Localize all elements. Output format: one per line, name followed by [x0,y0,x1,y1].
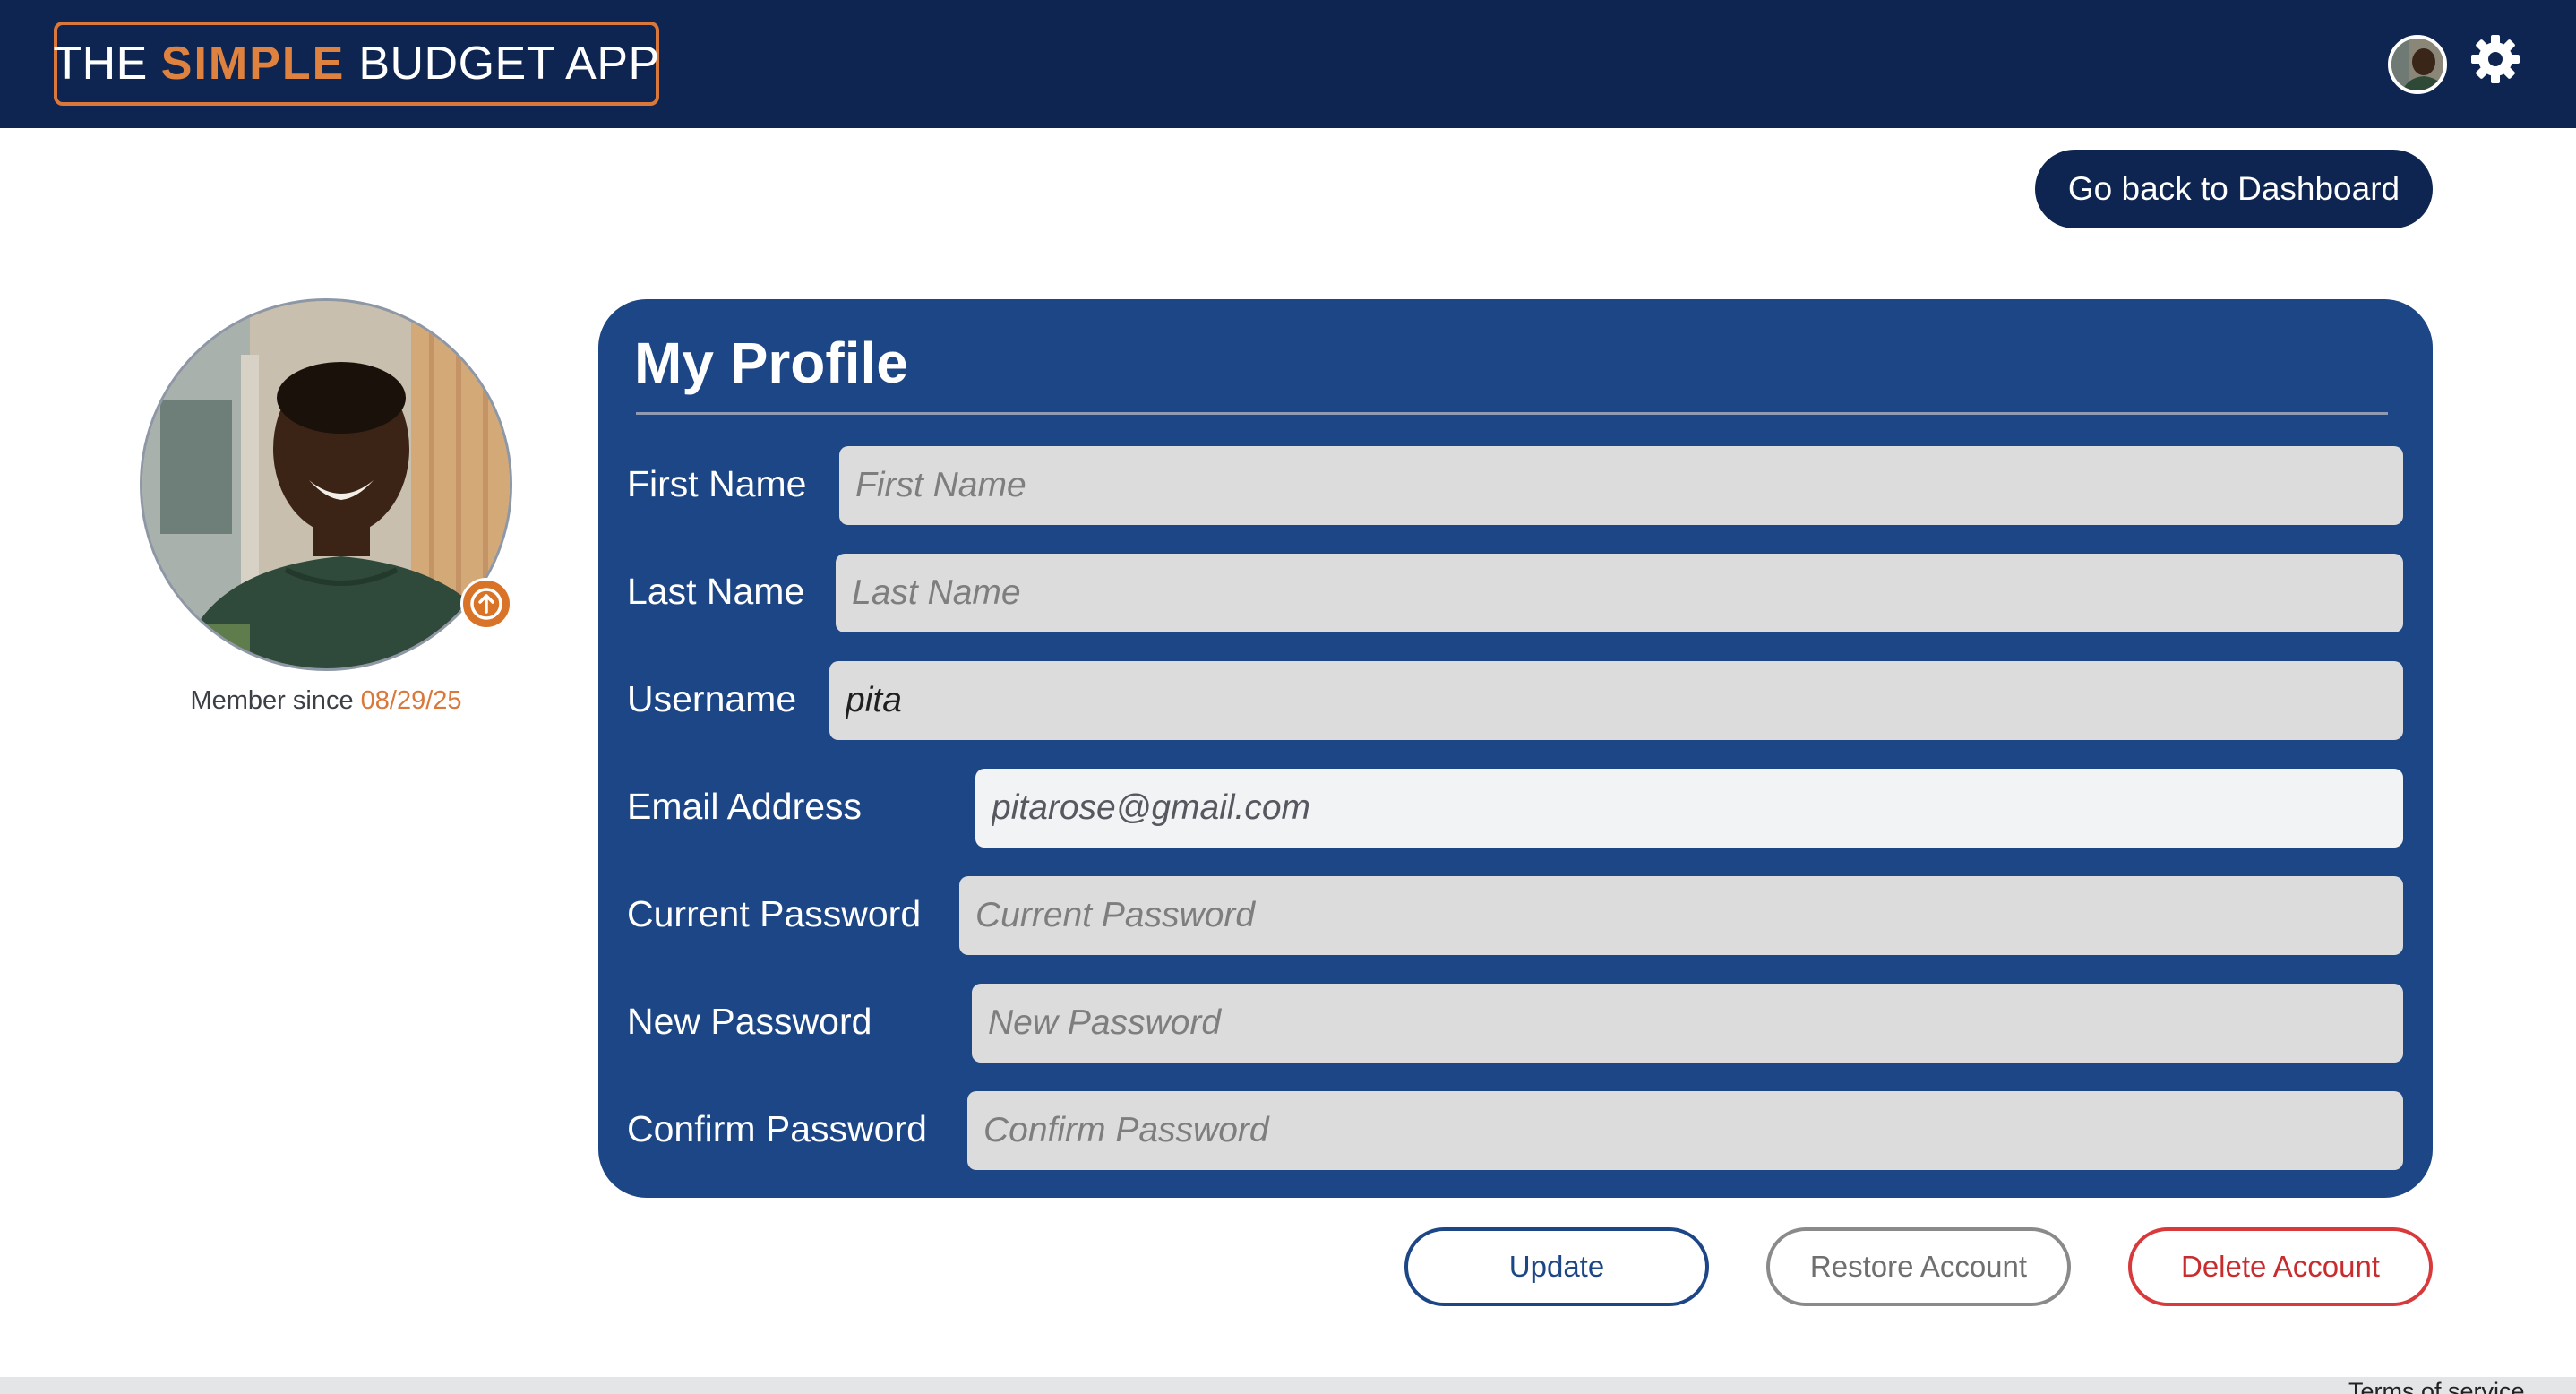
restore-account-button[interactable]: Restore Account [1766,1227,2071,1306]
current-password-label: Current Password [627,893,922,934]
profile-photo-image [142,301,510,668]
go-back-dashboard-button[interactable]: Go back to Dashboard [2035,150,2433,228]
profile-photo[interactable] [140,298,512,671]
username-label: Username [627,678,797,719]
gear-icon[interactable] [2469,33,2521,85]
first-name-label: First Name [627,463,807,504]
new-password-input[interactable] [972,984,2403,1063]
last-name-label: Last Name [627,571,805,612]
confirm-password-label: Confirm Password [627,1108,927,1149]
member-since-date: 08/29/25 [360,686,462,715]
email-input[interactable] [975,769,2403,848]
current-password-input[interactable] [959,876,2403,955]
update-button[interactable]: Update [1404,1227,1709,1306]
username-input[interactable] [829,661,2403,740]
page-title: My Profile [634,331,908,395]
member-since: Member since 08/29/25 [140,686,512,716]
member-since-label: Member since [190,686,354,715]
confirm-password-input[interactable] [967,1091,2403,1170]
upload-icon[interactable] [460,578,512,630]
first-name-input[interactable] [839,446,2403,525]
last-name-input[interactable] [836,554,2403,632]
logo-accent: SIMPLE [160,38,346,90]
header-avatar[interactable] [2388,35,2447,94]
terms-of-service-link[interactable]: Terms of service [2348,1377,2525,1394]
profile-page: THE SIMPLE BUDGET APP Go back to Dashboa… [0,0,2576,1394]
app-logo[interactable]: THE SIMPLE BUDGET APP [53,22,660,106]
email-label: Email Address [627,786,863,827]
logo-prefix: THE [53,38,148,90]
top-navbar: THE SIMPLE BUDGET APP [0,0,2576,128]
profile-card: My Profile First Name Last Name Username… [598,299,2433,1198]
new-password-label: New Password [627,1001,872,1042]
avatar-photo [2391,39,2443,90]
title-divider [636,412,2388,415]
footer: Terms of service [0,1377,2576,1394]
delete-account-button[interactable]: Delete Account [2128,1227,2433,1306]
logo-suffix: BUDGET APP [358,38,660,90]
